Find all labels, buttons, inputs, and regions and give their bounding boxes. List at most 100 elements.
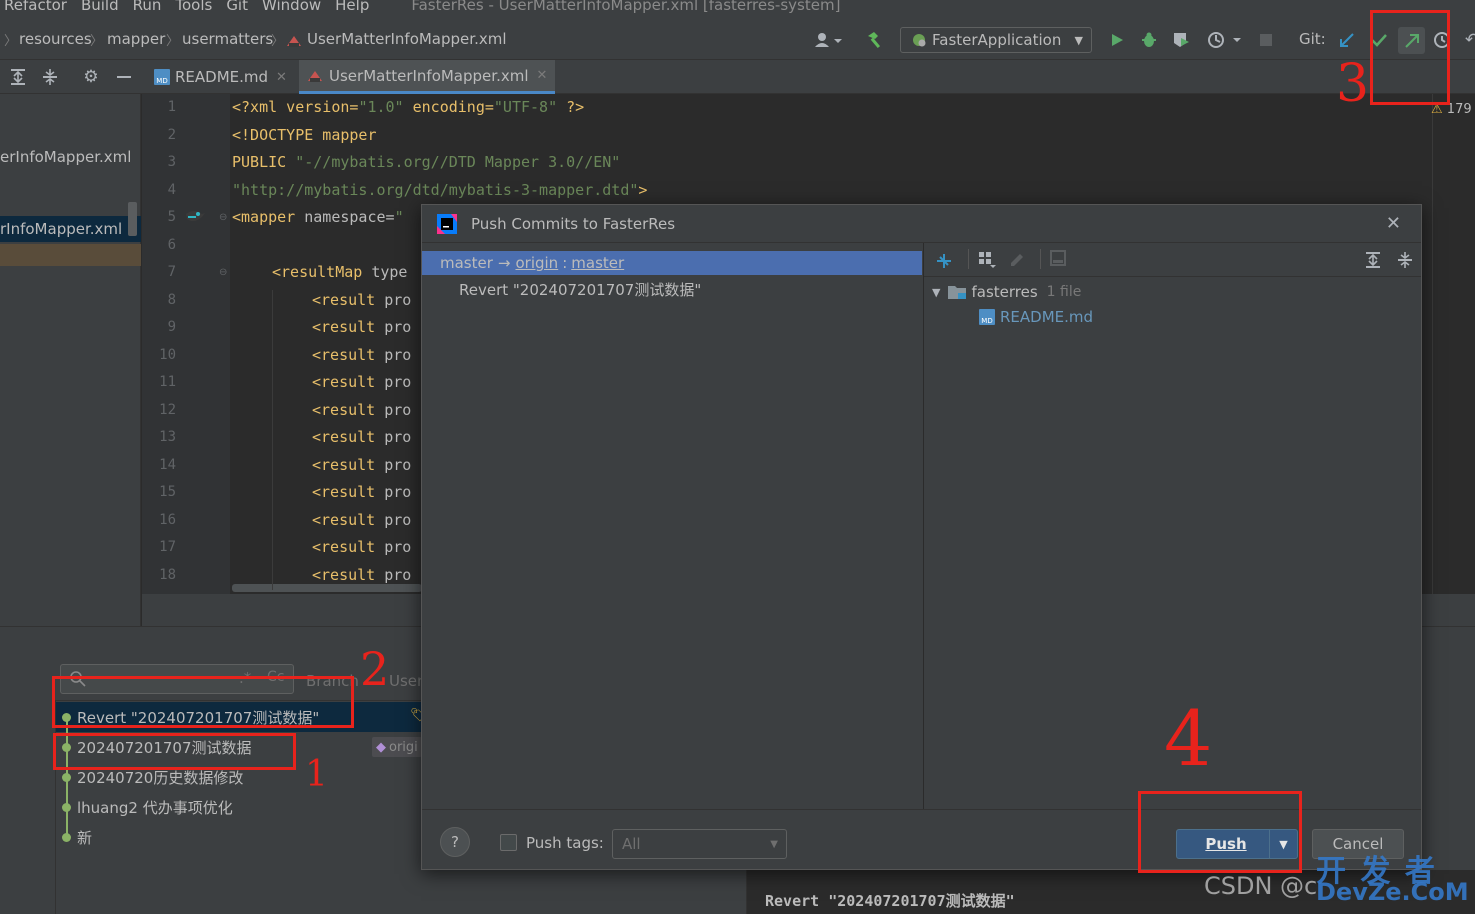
- debug-bug-icon[interactable]: [1139, 30, 1159, 50]
- push-tags-label: Push tags:: [526, 834, 604, 852]
- remote-branch-link[interactable]: master: [571, 254, 624, 272]
- stop-icon[interactable]: [1256, 30, 1276, 50]
- line-number: 17: [159, 539, 176, 555]
- compare-icon[interactable]: [934, 251, 954, 275]
- project-file-item[interactable]: erInfoMapper.xml: [0, 148, 131, 166]
- edit-pencil-icon[interactable]: [1008, 251, 1026, 273]
- code-line-4: "http://mybatis.org/dtd/mybatis-3-mapper…: [232, 181, 648, 199]
- intellij-logo-icon: [437, 213, 457, 234]
- gear-icon[interactable]: ⚙: [81, 67, 101, 87]
- project-file-selected[interactable]: rInfoMapper.xml: [0, 216, 141, 242]
- tab-readme[interactable]: MD README.md ✕: [146, 60, 295, 94]
- warning-count: 179: [1446, 102, 1472, 117]
- tag-icon: ◆: [376, 739, 386, 755]
- push-commits-dialog: Push Commits to FasterRes ✕ master → ori…: [421, 204, 1422, 870]
- line-number: 5: [167, 209, 176, 225]
- code-line-result: <result pro: [312, 428, 412, 446]
- menu-build[interactable]: Build: [81, 0, 119, 14]
- tab-readme-label: README.md: [175, 68, 269, 86]
- expand-all-icon[interactable]: [1364, 251, 1382, 273]
- chevron-down-icon: ▼: [770, 838, 778, 850]
- menu-refactor[interactable]: Refactor: [4, 0, 67, 14]
- line-number: 18: [159, 567, 176, 583]
- close-icon[interactable]: ✕: [276, 70, 287, 85]
- push-commit-entry[interactable]: Revert "202407201707测试数据": [459, 279, 701, 300]
- branch-separator: :: [562, 254, 568, 272]
- close-icon[interactable]: ✕: [1386, 213, 1401, 234]
- remote-name-link[interactable]: origin: [515, 254, 558, 272]
- push-tags-checkbox[interactable]: [500, 834, 517, 851]
- close-icon[interactable]: ✕: [537, 68, 548, 83]
- line-number: 3: [167, 154, 176, 170]
- menu-run[interactable]: Run: [133, 0, 162, 14]
- tab-usermatterinfomapper[interactable]: UserMatterInfoMapper.xml ✕: [299, 60, 556, 94]
- menu-git[interactable]: Git: [226, 0, 248, 14]
- site-watermark-bottom: DevZe.CoM: [1316, 878, 1469, 906]
- line-number: 12: [159, 402, 176, 418]
- tree-folder-fasterres[interactable]: ▼ fasterres 1 file: [932, 283, 1081, 301]
- arrow-right-icon: →: [497, 254, 511, 272]
- chevron-right-icon: 〉: [166, 34, 180, 49]
- code-line-result: <result pro: [312, 346, 412, 364]
- breadcrumb-usermatters[interactable]: usermatters: [182, 30, 273, 48]
- chevron-right-icon: 〉: [4, 34, 18, 49]
- dialog-title-bar: Push Commits to FasterRes ✕: [422, 205, 1421, 243]
- preview-diff-icon[interactable]: [1040, 249, 1068, 269]
- help-button[interactable]: ?: [440, 827, 470, 857]
- run-configuration-select[interactable]: FasterApplication ▼: [900, 27, 1092, 53]
- fold-marker-icon[interactable]: ⊖: [219, 267, 227, 278]
- code-line-result: <result pro: [312, 291, 412, 309]
- breadcrumb-file[interactable]: UserMatterInfoMapper.xml: [307, 30, 507, 48]
- code-line-result: <result pro: [312, 538, 412, 556]
- editor-horizontal-scrollbar[interactable]: [232, 584, 422, 592]
- coverage-icon[interactable]: [1171, 30, 1191, 50]
- code-line-result: <result pro: [312, 401, 412, 419]
- expand-all-icon[interactable]: [8, 67, 28, 87]
- git-rollback-icon[interactable]: ↶: [1462, 30, 1475, 50]
- menu-window[interactable]: Window: [262, 0, 321, 14]
- commit-details-message: Revert "202407201707测试数据": [765, 892, 1015, 910]
- code-line-3: PUBLIC "-//mybatis.org//DTD Mapper 3.0//…: [232, 153, 621, 171]
- group-by-icon[interactable]: [968, 249, 998, 269]
- commit-row[interactable]: 新: [56, 822, 426, 852]
- run-icon[interactable]: [1107, 30, 1127, 50]
- code-line-result: <result pro: [312, 373, 412, 391]
- xml-mapper-file-icon: [307, 68, 323, 84]
- tree-file-label: README.md: [1000, 308, 1094, 326]
- collapse-all-icon[interactable]: [40, 67, 60, 87]
- commit-row[interactable]: lhuang2 代办事项优化: [56, 792, 426, 822]
- code-line-2: <!DOCTYPE mapper: [232, 126, 377, 144]
- annotation-number-2: 2: [360, 642, 390, 696]
- commit-message: lhuang2 代办事项优化: [77, 798, 233, 817]
- fold-marker-icon[interactable]: ⊖: [219, 212, 227, 223]
- menu-help[interactable]: Help: [335, 0, 369, 14]
- user-dropdown-icon[interactable]: [812, 30, 844, 50]
- collapse-all-icon[interactable]: [1396, 251, 1414, 273]
- run-configuration-label: FasterApplication: [932, 31, 1062, 49]
- menu-tools[interactable]: Tools: [175, 0, 212, 14]
- line-number: 9: [167, 319, 176, 335]
- code-line-result: <result pro: [312, 483, 412, 501]
- project-scrollbar[interactable]: [128, 202, 137, 236]
- git-update-icon[interactable]: [1337, 30, 1357, 50]
- chevron-down-icon[interactable]: ▼: [932, 286, 940, 299]
- minimize-icon[interactable]: [114, 67, 134, 87]
- xml-mapper-file-icon: [286, 34, 302, 48]
- breadcrumb-resources[interactable]: resources: [19, 30, 92, 48]
- editor-right-stripe: ⚠ 179: [1431, 94, 1475, 594]
- profiler-dropdown-icon[interactable]: [1205, 30, 1245, 50]
- push-branch-row[interactable]: master → origin : master: [422, 251, 922, 275]
- user-filter[interactable]: User: [389, 672, 423, 690]
- menu-bar: Refactor Build Run Tools Git Window Help…: [0, 0, 1475, 20]
- code-line-1: <?xml version="1.0" encoding="UTF-8" ?>: [232, 98, 585, 116]
- code-line-7: <resultMap type: [272, 263, 408, 281]
- build-hammer-icon[interactable]: [864, 30, 884, 50]
- commit-message: 新: [77, 828, 93, 847]
- spring-boot-icon: [911, 32, 927, 48]
- push-tags-select[interactable]: All ▼: [612, 829, 787, 859]
- breadcrumb-mapper[interactable]: mapper: [107, 30, 165, 48]
- tree-file-readme[interactable]: MD README.md: [979, 308, 1093, 326]
- git-label: Git:: [1299, 30, 1326, 48]
- code-line-5: <mapper namespace=": [232, 208, 404, 226]
- mybatis-bird-icon[interactable]: [184, 208, 206, 226]
